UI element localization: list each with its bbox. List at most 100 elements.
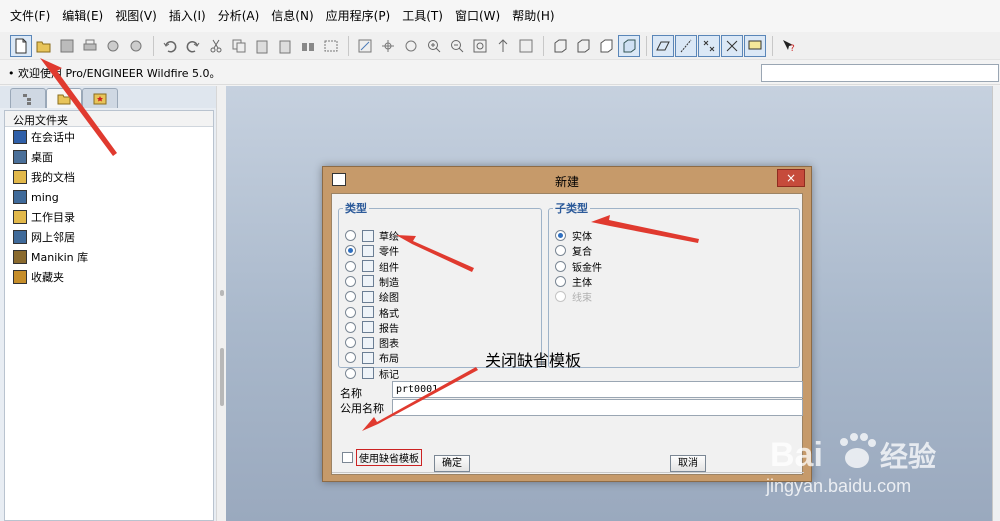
model-tree-icon <box>23 93 31 105</box>
folder-list-item[interactable]: ming <box>5 187 213 207</box>
datum-planes-button[interactable] <box>652 34 674 57</box>
common-name-field[interactable] <box>392 399 803 416</box>
types-option[interactable]: 绘图 <box>345 289 399 304</box>
types-option[interactable]: 标记 <box>345 366 399 381</box>
subtypes-option[interactable]: 实体 <box>555 228 592 243</box>
folder-list-item[interactable]: 在会话中 <box>5 127 213 147</box>
save-button[interactable] <box>56 35 78 57</box>
radio-button[interactable] <box>555 260 566 272</box>
paste-special-button[interactable] <box>274 35 296 57</box>
hidden-line-button[interactable] <box>572 35 594 57</box>
no-hidden-button[interactable] <box>595 35 617 57</box>
radio-button[interactable] <box>345 230 356 241</box>
types-option[interactable]: 格式 <box>345 305 399 320</box>
radio-button[interactable] <box>345 352 356 364</box>
annotations-button[interactable] <box>744 34 766 57</box>
subtypes-option[interactable]: 主体 <box>555 274 592 289</box>
menu-item[interactable]: 帮助(H) <box>506 0 560 32</box>
datum-axes-button[interactable] <box>675 34 697 57</box>
ok-button[interactable]: 确定 <box>434 455 470 472</box>
types-option[interactable]: 报告 <box>345 320 399 335</box>
default-template-checkbox-row[interactable]: 使用缺省模板 <box>342 449 422 466</box>
zoom-in-button[interactable] <box>423 35 445 57</box>
radio-button[interactable] <box>345 260 356 272</box>
radio-button[interactable] <box>345 275 356 287</box>
cut-button[interactable] <box>205 35 227 57</box>
menu-bar: 文件(F) 编辑(E) 视图(V) 插入(I) 分析(A) 信息(N) 应用程序(P) 工具(… <box>0 0 1000 32</box>
sash-handle[interactable] <box>220 348 224 406</box>
dialog-title: 新建 <box>554 175 579 189</box>
radio-button[interactable] <box>345 245 356 257</box>
default-template-checkbox[interactable] <box>342 452 353 463</box>
cancel-button[interactable]: 取消 <box>670 455 706 472</box>
menu-item[interactable]: 工具(T) <box>396 0 449 32</box>
close-button[interactable]: × <box>777 169 805 187</box>
coord-systems-button[interactable] <box>721 34 743 57</box>
radio-button[interactable] <box>555 275 566 287</box>
radio-button[interactable] <box>555 230 566 241</box>
context-help-button[interactable]: ? <box>778 35 800 57</box>
menu-item[interactable]: 应用程序(P) <box>320 0 397 32</box>
tab-favorites[interactable] <box>82 88 118 108</box>
types-option[interactable]: 零件 <box>345 243 399 258</box>
new-file-icon <box>15 38 27 53</box>
radio-button[interactable] <box>555 245 566 257</box>
undo-button[interactable] <box>159 35 181 57</box>
menu-item[interactable]: 分析(A) <box>212 0 266 32</box>
zoom-out-button[interactable] <box>446 35 468 57</box>
menu-item[interactable]: 窗口(W) <box>449 0 506 32</box>
menu-item[interactable]: 信息(N) <box>265 0 319 32</box>
folder-list-item[interactable]: 网上邻居 <box>5 227 213 247</box>
open-button[interactable] <box>33 35 55 57</box>
folder-list-item[interactable]: 我的文档 <box>5 167 213 187</box>
types-option[interactable]: 组件 <box>345 259 399 274</box>
option-label: 布局 <box>379 354 399 366</box>
reorient-button[interactable] <box>492 35 514 57</box>
new-file-button[interactable] <box>10 34 32 57</box>
tab-folder-browser[interactable] <box>46 88 82 108</box>
paste-button[interactable] <box>251 35 273 57</box>
datum-points-button[interactable] <box>698 34 720 57</box>
menu-item[interactable]: 编辑(E) <box>56 0 109 32</box>
menu-item[interactable]: 视图(V) <box>109 0 163 32</box>
send-link-button[interactable] <box>125 35 147 57</box>
save-icon <box>60 39 74 52</box>
orient-button[interactable] <box>400 35 422 57</box>
option-label: 报告 <box>379 323 399 335</box>
menu-item[interactable]: 插入(I) <box>163 0 212 32</box>
radio-button[interactable] <box>345 291 356 303</box>
saved-views-button[interactable] <box>515 35 537 57</box>
redo-button[interactable] <box>182 35 204 57</box>
types-option[interactable]: 制造 <box>345 274 399 289</box>
copy-button[interactable] <box>228 35 250 57</box>
folder-list-item[interactable]: 收藏夹 <box>5 267 213 287</box>
radio-button[interactable] <box>345 306 356 318</box>
refit-button[interactable] <box>469 35 491 57</box>
send-mail-button[interactable] <box>102 35 124 57</box>
name-field[interactable]: prt0001 <box>392 381 803 398</box>
radio-button[interactable] <box>345 337 356 349</box>
types-option[interactable]: 布局 <box>345 350 399 365</box>
menu-item[interactable]: 文件(F) <box>4 0 56 32</box>
wireframe-button[interactable] <box>549 35 571 57</box>
shading-button[interactable] <box>618 34 640 57</box>
spin-center-button[interactable] <box>377 35 399 57</box>
radio-button[interactable] <box>345 367 356 379</box>
folder-list-item[interactable]: 工作目录 <box>5 207 213 227</box>
tab-model-tree[interactable] <box>10 88 46 108</box>
print-button[interactable] <box>79 35 101 57</box>
command-search-input[interactable] <box>761 64 999 82</box>
select-box-button[interactable] <box>320 35 342 57</box>
navigator-sash[interactable] <box>216 86 226 521</box>
saved-views-icon <box>519 39 533 52</box>
types-option[interactable]: 图表 <box>345 335 399 350</box>
repaint-button[interactable] <box>354 35 376 57</box>
monitor-icon <box>13 130 27 144</box>
regenerate-button[interactable] <box>297 35 319 57</box>
subtypes-option[interactable]: 复合 <box>555 243 592 258</box>
subtypes-option[interactable]: 钣金件 <box>555 259 602 274</box>
folder-list-item[interactable]: 桌面 <box>5 147 213 167</box>
folder-list-item[interactable]: Manikin 库 <box>5 247 213 267</box>
radio-button[interactable] <box>345 321 356 333</box>
types-option[interactable]: 草绘 <box>345 228 399 243</box>
